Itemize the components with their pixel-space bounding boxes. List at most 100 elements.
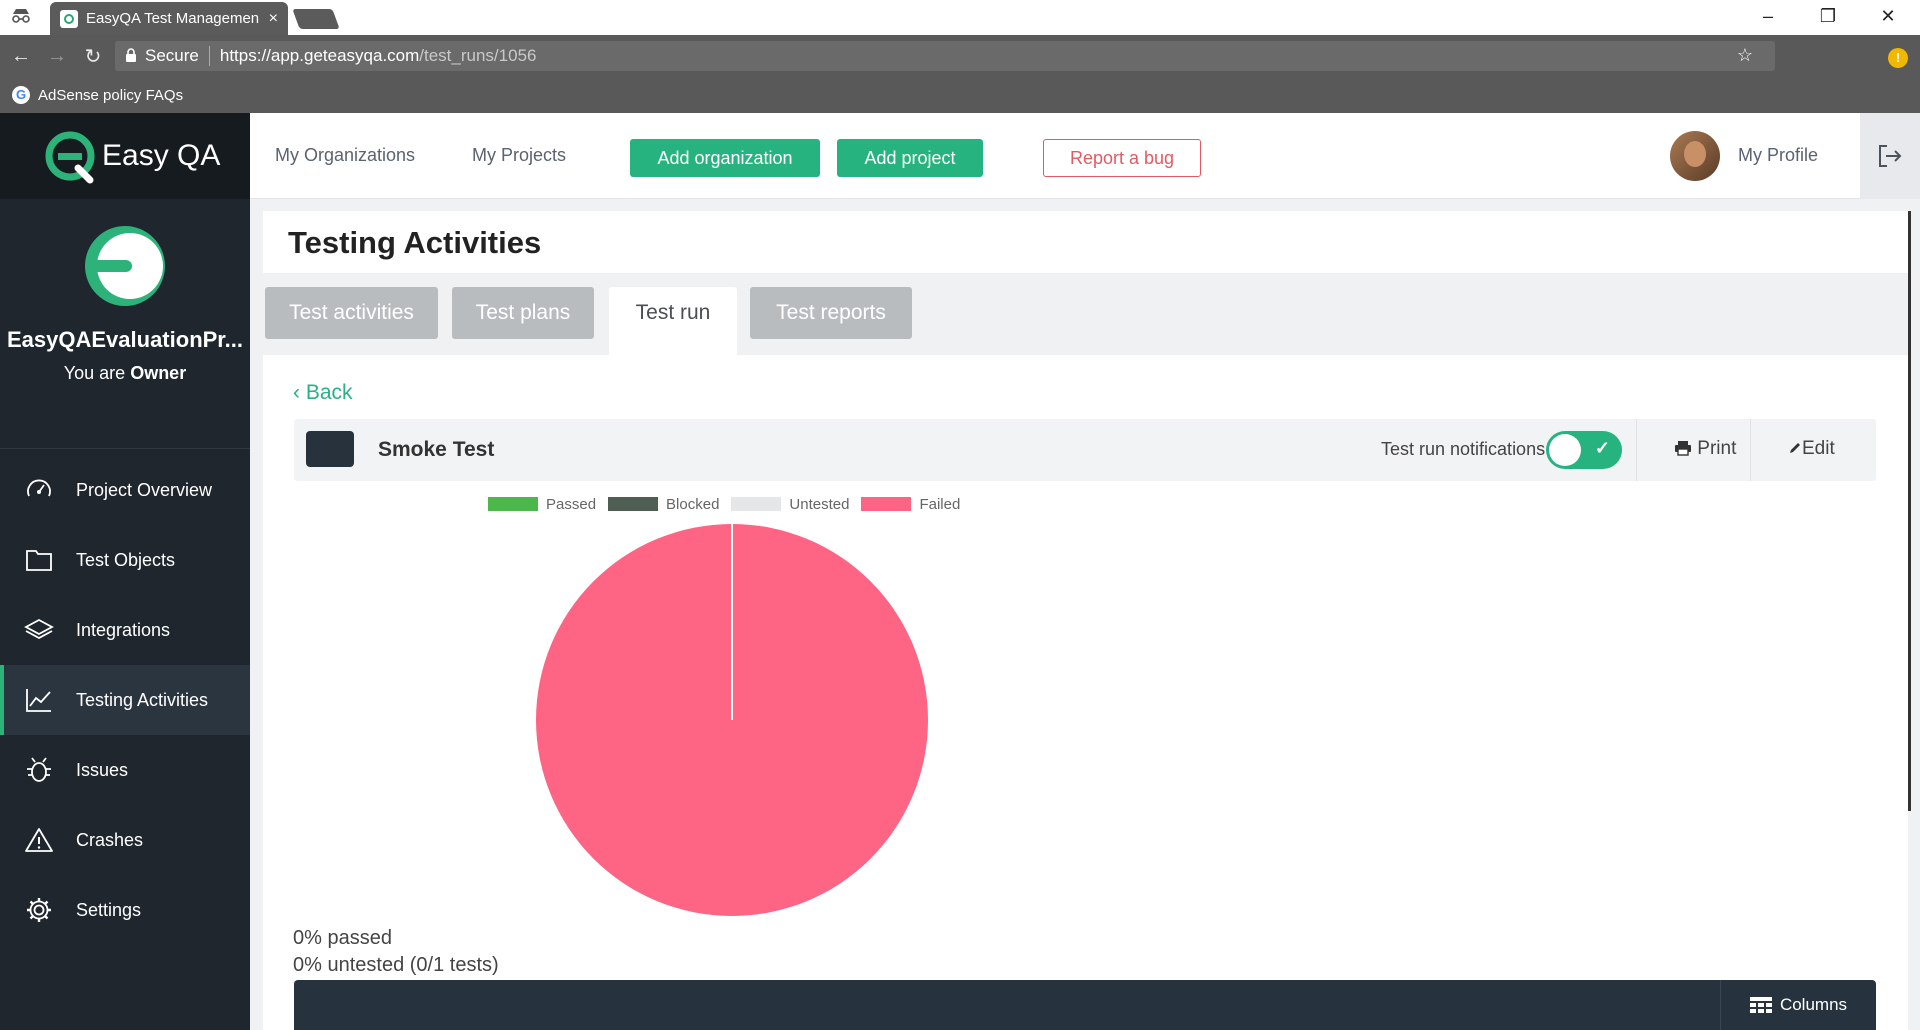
gear-icon bbox=[24, 895, 54, 925]
columns-button[interactable]: Columns bbox=[1720, 980, 1876, 1030]
legend-label: Passed bbox=[546, 495, 597, 513]
sidebar-item-label: Settings bbox=[76, 899, 142, 920]
legend-label: Blocked bbox=[666, 495, 720, 513]
toggle-knob bbox=[1549, 434, 1581, 466]
run-summary: 0% passed 0% untested (0/1 tests) bbox=[293, 925, 499, 979]
legend-swatch bbox=[861, 497, 912, 511]
folder-icon bbox=[24, 545, 54, 575]
new-tab-button[interactable] bbox=[292, 9, 340, 29]
legend-item-untested[interactable]: Untested bbox=[731, 496, 849, 513]
role-value: Owner bbox=[130, 363, 187, 383]
run-name: Smoke Test bbox=[378, 438, 495, 461]
lock-icon bbox=[125, 47, 137, 65]
bookmarks-bar: G AdSense policy FAQs bbox=[0, 77, 1920, 113]
back-arrow-icon[interactable]: ← bbox=[6, 45, 36, 68]
url-host: https://app.geteasyqa.com bbox=[219, 46, 420, 65]
sidebar-item-label: Integrations bbox=[76, 619, 171, 640]
page-title-bar: Testing Activities bbox=[263, 211, 1908, 273]
bookmark-star-icon[interactable]: ☆ bbox=[1737, 45, 1753, 66]
browser-title-bar: EasyQA Test Managemen × – ❐ ✕ bbox=[0, 0, 1920, 35]
extension-alert-icon[interactable]: ! bbox=[1888, 48, 1908, 68]
app-header: My Organizations My Projects Add organiz… bbox=[250, 113, 1920, 199]
chevron-left-icon: ‹ bbox=[293, 381, 300, 404]
legend-label: Untested bbox=[789, 495, 850, 513]
bookmark-adsense[interactable]: AdSense policy FAQs bbox=[38, 87, 183, 104]
tab-test-run[interactable]: Test run bbox=[609, 287, 737, 355]
sidebar-item-project-overview[interactable]: Project Overview bbox=[0, 455, 250, 525]
sidebar-item-settings[interactable]: Settings bbox=[0, 875, 250, 945]
tab-favicon-icon bbox=[60, 9, 78, 28]
divider bbox=[1750, 419, 1751, 481]
chart-line-icon bbox=[24, 685, 54, 715]
sidebar-item-test-objects[interactable]: Test Objects bbox=[0, 525, 250, 595]
reload-icon[interactable]: ↻ bbox=[78, 44, 108, 69]
test-run-bar: Smoke Test Test run notifications ✓ Prin… bbox=[294, 419, 1876, 481]
back-link[interactable]: ‹ Back bbox=[293, 381, 353, 405]
legend-item-passed[interactable]: Passed bbox=[488, 496, 596, 513]
tab-test-reports[interactable]: Test reports bbox=[750, 287, 912, 339]
sidebar-item-testing-activities[interactable]: Testing Activities bbox=[0, 665, 250, 735]
warning-icon bbox=[24, 825, 54, 855]
project-card: EasyQAEvaluationPr... You are Owner bbox=[0, 199, 250, 449]
project-name: EasyQAEvaluationPr... bbox=[7, 327, 243, 352]
address-bar[interactable]: Secure https://app.geteasyqa.com /test_r… bbox=[115, 41, 1775, 71]
legend-item-blocked[interactable]: Blocked bbox=[608, 496, 719, 513]
add-organization-button[interactable]: Add organization bbox=[630, 139, 820, 177]
gauge-icon bbox=[24, 475, 54, 505]
minimize-button[interactable]: – bbox=[1748, 6, 1788, 27]
restore-button[interactable]: ❐ bbox=[1808, 6, 1848, 27]
tab-title: EasyQA Test Managemen bbox=[86, 10, 260, 27]
my-projects-link[interactable]: My Projects bbox=[472, 145, 566, 166]
logout-button[interactable] bbox=[1860, 113, 1920, 199]
my-profile-link[interactable]: My Profile bbox=[1738, 145, 1818, 166]
legend-swatch bbox=[731, 497, 782, 511]
my-organizations-link[interactable]: My Organizations bbox=[275, 145, 415, 166]
edit-label: Edit bbox=[1802, 438, 1835, 459]
tab-test-plans[interactable]: Test plans bbox=[452, 287, 594, 339]
columns-label: Columns bbox=[1779, 995, 1848, 1014]
browser-tab[interactable]: EasyQA Test Managemen × bbox=[50, 2, 288, 35]
legend-label: Failed bbox=[919, 495, 961, 513]
sidebar-item-integrations[interactable]: Integrations bbox=[0, 595, 250, 665]
divider bbox=[1636, 419, 1637, 481]
window-close-button[interactable]: ✕ bbox=[1868, 6, 1908, 27]
chart-legend: Passed Blocked Untested Failed bbox=[488, 494, 972, 514]
sidebar-item-label: Crashes bbox=[76, 829, 144, 850]
sidebar-item-label: Test Objects bbox=[76, 549, 176, 570]
sidebar-item-label: Project Overview bbox=[76, 479, 213, 500]
secure-label: Secure bbox=[145, 46, 199, 65]
sidebar-item-issues[interactable]: Issues bbox=[0, 735, 250, 805]
add-project-button[interactable]: Add project bbox=[837, 139, 983, 177]
sidebar-item-crashes[interactable]: Crashes bbox=[0, 805, 250, 875]
untested-summary: 0% untested (0/1 tests) bbox=[293, 954, 499, 976]
legend-item-failed[interactable]: Failed bbox=[861, 496, 960, 513]
report-bug-button[interactable]: Report a bug bbox=[1043, 139, 1201, 177]
sidebar-item-label: Testing Activities bbox=[76, 689, 209, 710]
print-label: Print bbox=[1697, 438, 1737, 459]
printer-icon bbox=[1675, 441, 1691, 456]
avatar[interactable] bbox=[1670, 131, 1720, 181]
url-path: /test_runs/1056 bbox=[419, 46, 537, 65]
layers-icon bbox=[24, 615, 54, 645]
bug-icon bbox=[24, 755, 54, 785]
check-icon: ✓ bbox=[1594, 438, 1610, 458]
role-prefix: You are bbox=[63, 363, 131, 383]
notifications-label: Test run notifications bbox=[1381, 439, 1546, 459]
columns-grid-icon bbox=[1749, 997, 1772, 1013]
edit-button[interactable]: Edit bbox=[1788, 438, 1835, 460]
project-role: You are Owner bbox=[0, 363, 250, 384]
page-scrollbar[interactable] bbox=[1908, 211, 1911, 811]
run-color-swatch bbox=[306, 431, 354, 467]
sidebar-menu: Project Overview Test Objects Integratio… bbox=[0, 449, 250, 945]
tab-test-activities[interactable]: Test activities bbox=[265, 287, 438, 339]
logout-icon bbox=[1879, 145, 1902, 167]
print-button[interactable]: Print bbox=[1674, 438, 1736, 460]
forward-arrow-icon[interactable]: → bbox=[42, 45, 72, 68]
test-results-pie-chart bbox=[536, 524, 928, 916]
legend-swatch bbox=[488, 497, 538, 511]
tab-close-icon[interactable]: × bbox=[269, 10, 278, 28]
brand[interactable]: Easy QA bbox=[0, 113, 250, 199]
notifications-toggle[interactable]: ✓ bbox=[1546, 431, 1622, 469]
legend-swatch bbox=[608, 497, 659, 511]
test-run-panel: ‹ Back Smoke Test Test run notifications… bbox=[263, 355, 1908, 1030]
